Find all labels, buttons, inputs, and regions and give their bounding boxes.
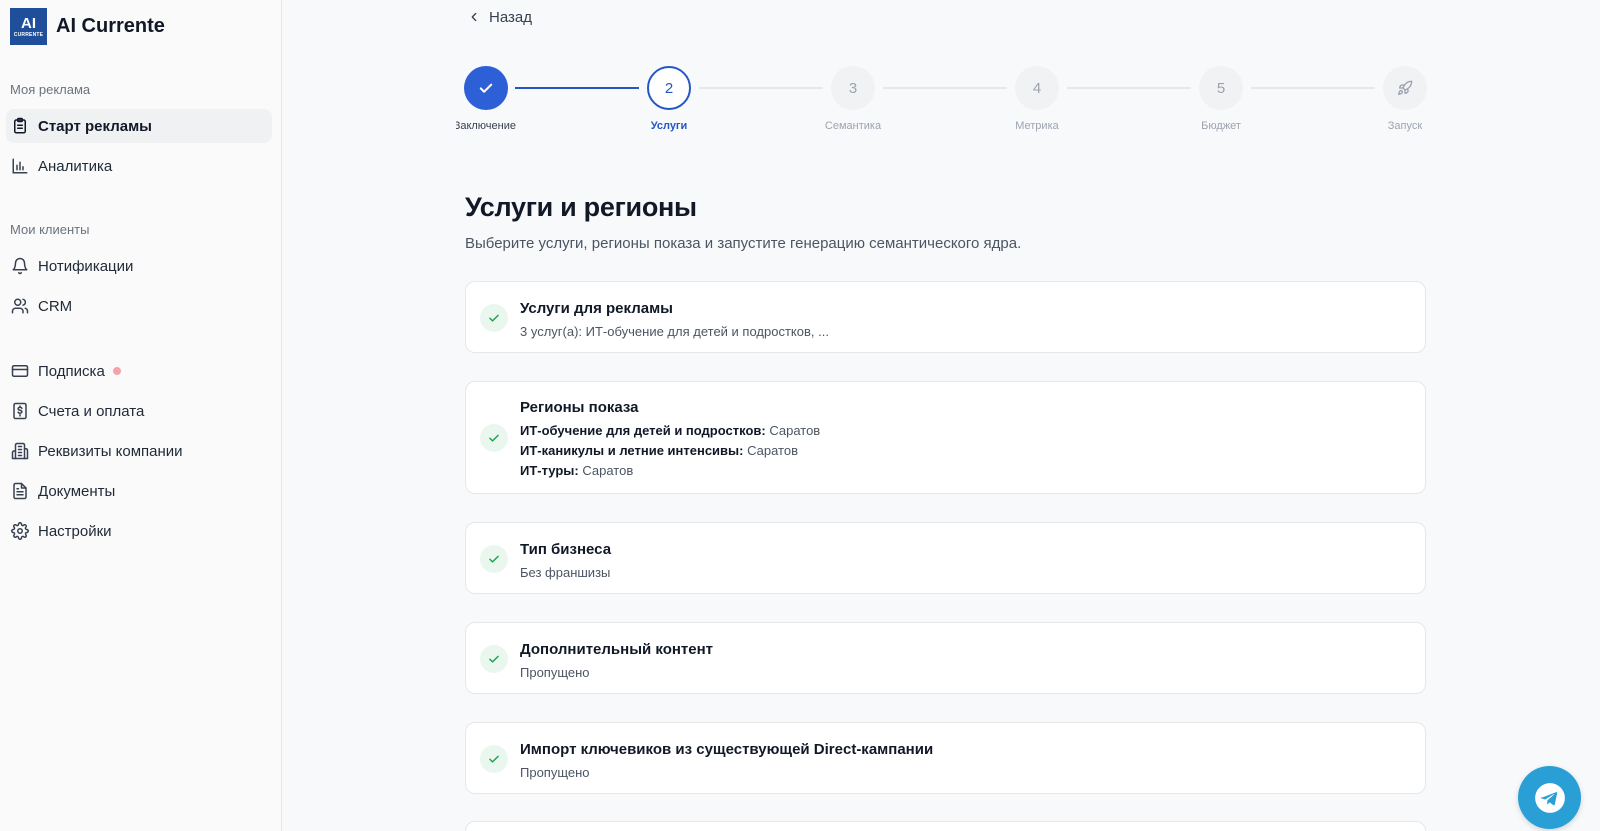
card-detail: Пропущено xyxy=(520,665,590,680)
step-3-circle[interactable]: 3 xyxy=(831,66,875,110)
card-title: Тип бизнеса xyxy=(520,541,612,558)
check-icon xyxy=(479,83,493,93)
card-additional-content[interactable]: Дополнительный контент Пропущено xyxy=(465,622,1426,694)
bell-icon xyxy=(11,257,29,275)
sidebar-item-crm[interactable]: CRM xyxy=(6,289,272,323)
brand-logo: AI CURRENTE xyxy=(10,8,47,45)
region-value: Саратов xyxy=(765,423,821,438)
card-regions[interactable]: Регионы показа ИТ-обучение для детей и п… xyxy=(465,381,1426,494)
chevron-left-icon xyxy=(471,12,477,22)
step-connector xyxy=(515,87,639,89)
back-link[interactable]: Назад xyxy=(467,6,532,28)
region-service: ИТ-туры: xyxy=(520,463,579,478)
gear-icon xyxy=(11,522,29,540)
step-3-label: Семантика xyxy=(824,120,882,132)
users-icon xyxy=(11,297,29,315)
step-1-circle[interactable] xyxy=(464,66,508,110)
sidebar-item-analytics[interactable]: Аналитика xyxy=(6,149,272,183)
sidebar-item-start-ads[interactable]: Старт рекламы xyxy=(6,109,272,143)
telegram-button[interactable] xyxy=(1518,766,1581,829)
page-subtitle: Выберите услуги, регионы показа и запуст… xyxy=(465,235,1022,252)
region-value: Саратов xyxy=(578,463,634,478)
card-title: Услуги для рекламы xyxy=(520,300,673,317)
clipboard-icon xyxy=(11,117,29,135)
brand-name: AI Currente xyxy=(56,15,165,37)
sidebar-item-subscription[interactable]: Подписка xyxy=(6,354,272,388)
sidebar-item-company-details[interactable]: Реквизиты компании xyxy=(6,434,272,468)
check-circle-icon xyxy=(480,424,508,452)
check-circle-icon xyxy=(480,304,508,332)
card-detail: 3 услуг(а): ИТ-обучение для детей и подр… xyxy=(520,324,829,339)
back-label: Назад xyxy=(489,8,532,26)
sidebar-item-notifications[interactable]: Нотификации xyxy=(6,249,272,283)
section-label-clients: Мои клиенты xyxy=(10,222,90,237)
sidebar-item-label: CRM xyxy=(38,297,73,315)
sidebar-item-label: Нотификации xyxy=(38,257,134,275)
step-5-circle[interactable]: 5 xyxy=(1199,66,1243,110)
card-detail: Без франшизы xyxy=(520,565,611,580)
bar-chart-icon xyxy=(11,157,29,175)
document-icon xyxy=(11,482,29,500)
step-2-label: Услуги xyxy=(650,120,688,132)
sidebar-item-documents[interactable]: Документы xyxy=(6,474,272,508)
step-4-label: Метрика xyxy=(1015,120,1059,132)
progress-stepper: Заключение 2 Услуги 3 Семантика 4 Метрик… xyxy=(456,66,1428,138)
step-1-label: Заключение xyxy=(456,120,516,132)
sidebar-item-label: Документы xyxy=(38,482,116,500)
region-value: Саратов xyxy=(743,443,798,458)
rocket-icon xyxy=(1398,80,1413,95)
region-service: ИТ-каникулы и летние интенсивы: xyxy=(520,443,744,458)
sidebar-item-label: Настройки xyxy=(38,522,112,540)
step-connector xyxy=(699,87,823,89)
sidebar-item-label: Подписка xyxy=(38,362,105,380)
card-next[interactable] xyxy=(465,821,1426,831)
card-title: Регионы показа xyxy=(520,399,639,416)
check-circle-icon xyxy=(480,545,508,573)
sidebar-item-label: Старт рекламы xyxy=(38,117,152,135)
check-circle-icon xyxy=(480,745,508,773)
brand[interactable]: AI CURRENTE AI Currente xyxy=(10,8,165,45)
sidebar-item-label: Аналитика xyxy=(38,157,113,175)
step-connector xyxy=(883,87,1007,89)
sidebar: AI CURRENTE AI Currente Моя реклама Стар… xyxy=(0,0,282,831)
step-connector xyxy=(1251,87,1375,89)
card-business-type[interactable]: Тип бизнеса Без франшизы xyxy=(465,522,1426,594)
step-4-circle[interactable]: 4 xyxy=(1015,66,1059,110)
region-line: ИТ-туры: Саратов xyxy=(520,463,633,478)
card-title: Импорт ключевиков из существующей Direct… xyxy=(520,741,934,758)
section-label-ads: Моя реклама xyxy=(10,82,91,97)
step-6-circle[interactable] xyxy=(1383,66,1427,110)
region-service: ИТ-обучение для детей и подростков: xyxy=(520,423,766,438)
notification-dot xyxy=(112,367,121,375)
sidebar-item-settings[interactable]: Настройки xyxy=(6,514,272,548)
sidebar-item-label: Реквизиты компании xyxy=(38,442,183,460)
check-circle-icon xyxy=(480,645,508,673)
page-title: Услуги и регионы xyxy=(465,192,697,222)
step-2-circle[interactable]: 2 xyxy=(647,66,691,110)
logo-subtext: CURRENTE xyxy=(13,31,44,38)
sidebar-item-label: Счета и оплата xyxy=(38,402,145,420)
dollar-receipt-icon xyxy=(11,402,29,420)
step-connector xyxy=(1067,87,1191,89)
card-detail: Пропущено xyxy=(520,765,590,780)
telegram-icon xyxy=(1534,782,1565,813)
card-services[interactable]: Услуги для рекламы 3 услуг(а): ИТ-обучен… xyxy=(465,281,1426,353)
card-keyword-import[interactable]: Импорт ключевиков из существующей Direct… xyxy=(465,722,1426,794)
step-6-label: Запуск xyxy=(1387,120,1423,132)
building-icon xyxy=(11,442,29,460)
step-5-label: Бюджет xyxy=(1201,120,1241,132)
logo-text: AI xyxy=(21,14,36,32)
sidebar-item-billing[interactable]: Счета и оплата xyxy=(6,394,272,428)
card-title: Дополнительный контент xyxy=(520,641,714,658)
region-line: ИТ-обучение для детей и подростков: Сара… xyxy=(520,423,820,438)
region-line: ИТ-каникулы и летние интенсивы: Саратов xyxy=(520,443,798,458)
credit-card-icon xyxy=(11,362,29,380)
